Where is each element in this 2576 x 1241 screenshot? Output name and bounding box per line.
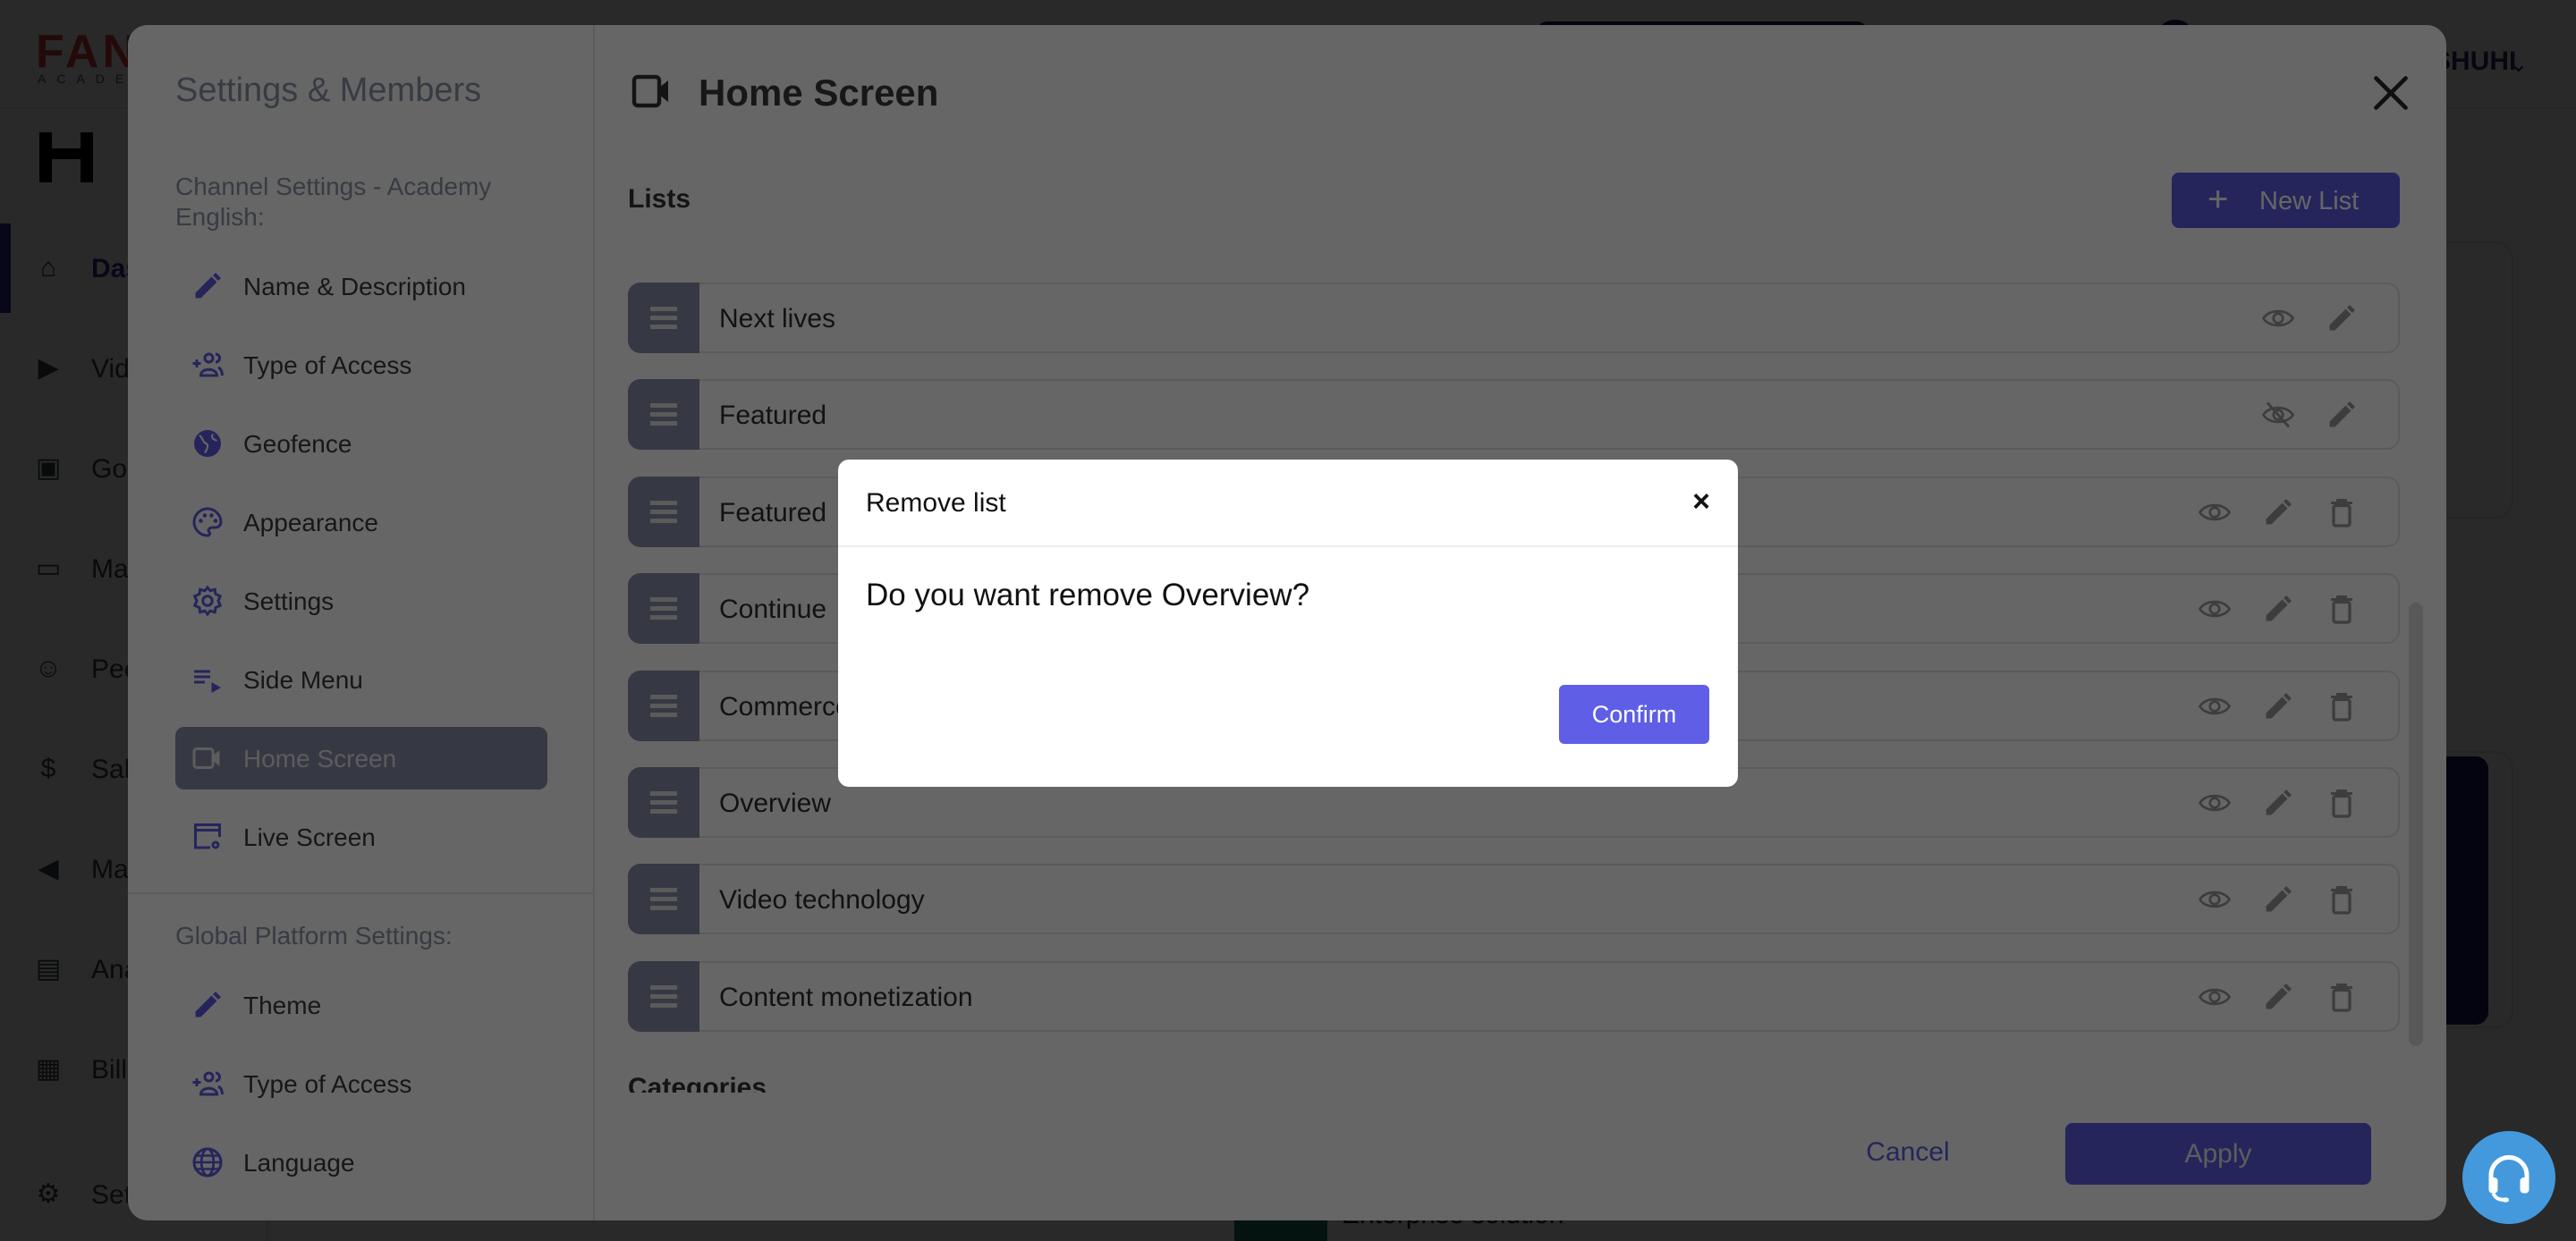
close-icon[interactable]: × [1688, 486, 1715, 517]
dialog-message: Do you want remove Overview? [866, 578, 1310, 612]
remove-list-dialog: Remove list × Do you want remove Overvie… [838, 460, 1738, 787]
dialog-header: Remove list × [838, 460, 1738, 547]
headset-icon [2488, 1155, 2529, 1203]
support-chat-button[interactable] [2462, 1131, 2555, 1224]
confirm-button[interactable]: Confirm [1559, 685, 1709, 744]
dialog-title: Remove list [866, 488, 1006, 518]
